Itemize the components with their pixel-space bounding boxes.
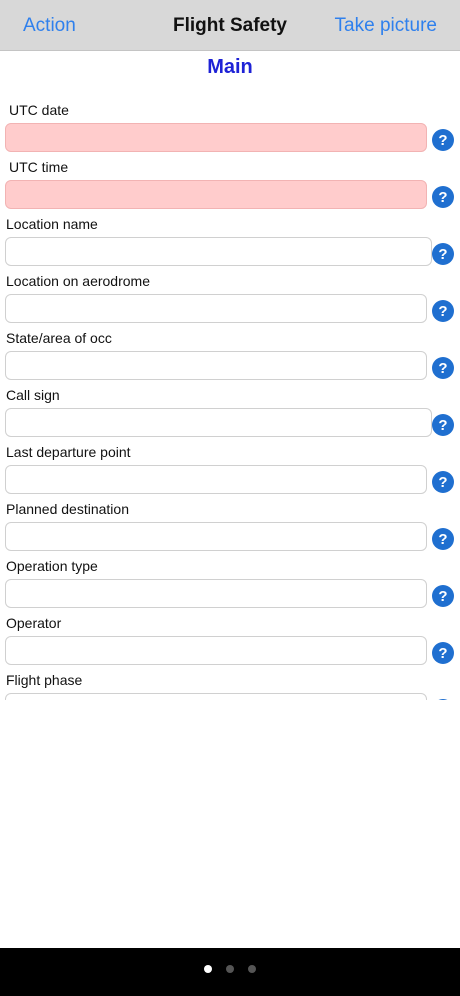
field-label: Operator: [6, 615, 62, 631]
help-question-circle-icon[interactable]: ?: [432, 300, 454, 322]
help-question-circle-icon[interactable]: ?: [432, 129, 454, 151]
field-label: Last departure point: [6, 444, 131, 460]
help-question-circle-icon[interactable]: ?: [432, 471, 454, 493]
utc-date-input[interactable]: [5, 123, 427, 152]
svg-text:?: ?: [438, 360, 447, 377]
operator-input[interactable]: [5, 636, 427, 665]
help-question-circle-icon[interactable]: ?: [432, 414, 454, 436]
location-name-input[interactable]: [5, 237, 432, 266]
page-title: Flight Safety: [172, 15, 287, 36]
navigation-bar: Action Flight Safety Take picture: [0, 0, 460, 51]
field-label: Location name: [6, 216, 98, 232]
help-question-circle-icon[interactable]: ?: [432, 699, 454, 700]
action-button[interactable]: Action: [23, 0, 76, 51]
location-on-aerodrome-input[interactable]: [5, 294, 427, 323]
field-flight-phase: Flight phase ?: [0, 670, 460, 700]
field-label: Flight phase: [6, 672, 83, 688]
field-operator: Operator ?: [0, 613, 460, 670]
field-last-departure-point: Last departure point ?: [0, 442, 460, 499]
page-dot-active[interactable]: [203, 965, 212, 973]
page-indicator[interactable]: [0, 960, 460, 973]
field-label: State/area of occ: [6, 330, 112, 346]
svg-text:?: ?: [438, 246, 447, 263]
flight-phase-input[interactable]: [5, 693, 427, 700]
field-utc-time: UTC time ?: [0, 157, 460, 214]
form-scroll-area[interactable]: UTC date ? UTC time ? Location name ? Lo…: [0, 96, 460, 700]
utc-time-input[interactable]: [5, 180, 427, 209]
field-state-area-of-occ: State/area of occ ?: [0, 328, 460, 385]
svg-text:?: ?: [438, 417, 447, 434]
field-operation-type: Operation type ?: [0, 556, 460, 613]
svg-text:?: ?: [438, 474, 447, 491]
help-question-circle-icon[interactable]: ?: [432, 642, 454, 664]
planned-destination-input[interactable]: [5, 522, 427, 551]
field-label: UTC time: [9, 159, 69, 175]
help-question-circle-icon[interactable]: ?: [432, 243, 454, 265]
help-question-circle-icon[interactable]: ?: [432, 357, 454, 379]
help-question-circle-icon[interactable]: ?: [432, 585, 454, 607]
field-label: Planned destination: [6, 501, 129, 517]
svg-text:?: ?: [438, 303, 447, 320]
svg-text:?: ?: [438, 588, 447, 605]
field-label: UTC date: [9, 102, 69, 118]
field-label: Location on aerodrome: [6, 273, 150, 289]
field-planned-destination: Planned destination ?: [0, 499, 460, 556]
section-title: Main: [207, 56, 253, 78]
svg-text:?: ?: [438, 531, 447, 548]
last-departure-point-input[interactable]: [5, 465, 427, 494]
field-utc-date: UTC date ?: [0, 100, 460, 157]
call-sign-input[interactable]: [5, 408, 432, 437]
state-area-of-occ-input[interactable]: [5, 351, 427, 380]
field-call-sign: Call sign ?: [0, 385, 460, 442]
field-label: Call sign: [6, 387, 60, 403]
operation-type-input[interactable]: [5, 579, 427, 608]
take-picture-button[interactable]: Take picture: [335, 0, 437, 51]
field-location-name: Location name ?: [0, 214, 460, 271]
help-question-circle-icon[interactable]: ?: [432, 528, 454, 550]
field-label: Operation type: [6, 558, 98, 574]
svg-text:?: ?: [438, 645, 447, 662]
svg-text:?: ?: [438, 189, 447, 206]
help-question-circle-icon[interactable]: ?: [432, 186, 454, 208]
field-location-on-aerodrome: Location on aerodrome ?: [0, 271, 460, 328]
svg-text:?: ?: [438, 132, 447, 149]
page-dot[interactable]: [226, 965, 234, 973]
